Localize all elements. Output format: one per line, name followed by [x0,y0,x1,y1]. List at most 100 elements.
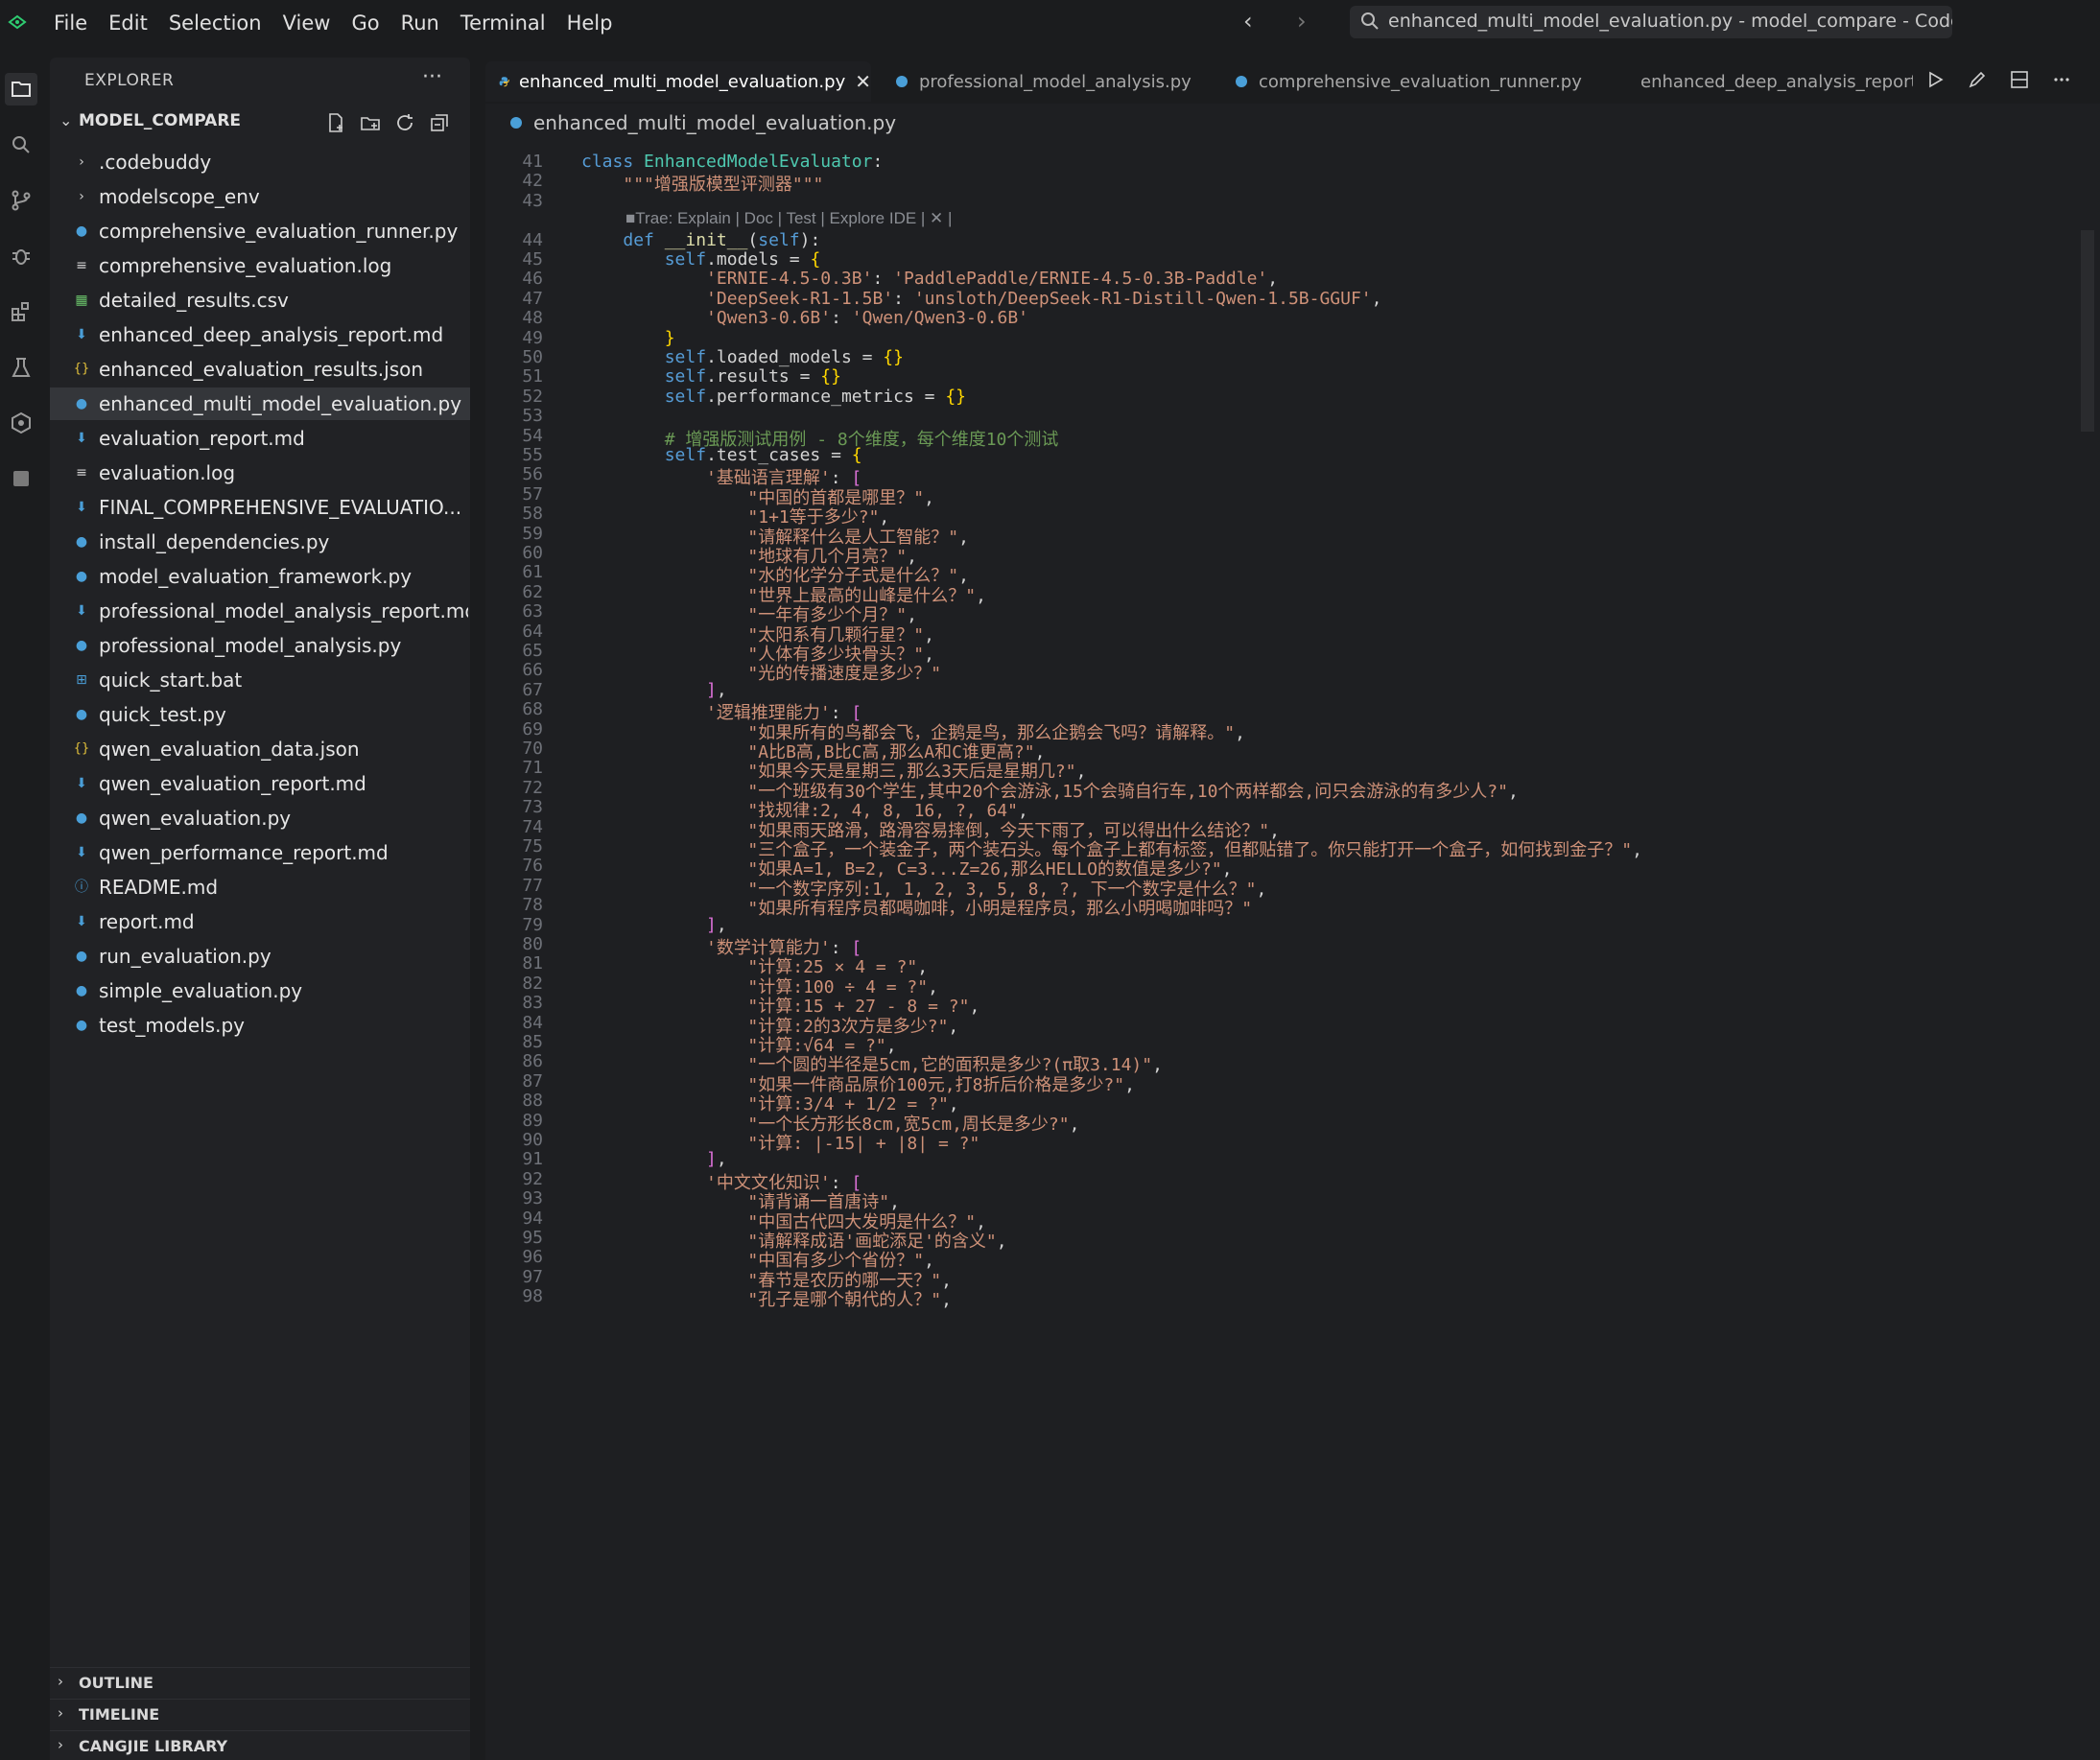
line-number: 48 [522,308,543,329]
menu-item-terminal[interactable]: Terminal [460,8,557,38]
menu-item-file[interactable]: File [54,8,99,38]
file-item[interactable]: ⬇ qwen_evaluation_report.md [50,767,470,800]
timeline-section[interactable]: › TIMELINE [50,1699,470,1728]
python-icon [1236,76,1247,87]
line-number: 68 [522,699,543,720]
python-icon [499,77,509,87]
file-item[interactable]: ● model_evaluation_framework.py [50,560,470,593]
breadcrumb[interactable]: enhanced_multi_model_evaluation.py [508,111,896,134]
file-item[interactable]: ⬇ report.md [50,905,470,938]
file-item[interactable]: ⬇ qwen_performance_report.md [50,836,470,869]
line-number: 51 [522,366,543,387]
file-item[interactable]: ● enhanced_multi_model_evaluation.py [50,387,470,420]
file-item[interactable]: ● install_dependencies.py [50,526,470,558]
file-item[interactable]: {} enhanced_evaluation_results.json [50,353,470,386]
file-item[interactable]: ● quick_test.py [50,698,470,731]
vertical-scrollbar[interactable] [2081,230,2094,432]
ai-assistant-icon[interactable] [9,411,34,435]
file-item[interactable]: ● simple_evaluation.py [50,974,470,1007]
trae-codelens[interactable]: ■Trae: Explain | Doc | Test | Explore ID… [625,209,952,228]
tab-enhanced-deep-analysis-report[interactable]: enhanced_deep_analysis_report.md [1617,61,1913,102]
file-item[interactable]: ▦ detailed_results.csv [50,284,470,317]
testing-flask-icon[interactable] [9,355,34,380]
tab-enhanced-multi-model-evaluation[interactable]: enhanced_multi_model_evaluation.py ✕ [485,61,871,102]
back-arrow-icon[interactable]: ‹ [1243,8,1253,35]
extensions-icon[interactable] [9,299,34,324]
tab-comprehensive-evaluation-runner[interactable]: comprehensive_evaluation_runner.py [1220,61,1604,102]
file-name: simple_evaluation.py [99,979,303,1002]
file-item[interactable]: ⬇ professional_model_analysis_report.md [50,595,470,627]
file-item[interactable]: ⬇ enhanced_deep_analysis_report.md [50,318,470,351]
source-control-icon[interactable] [9,188,34,213]
editor-area: enhanced_multi_model_evaluation.py ✕ pro… [485,58,2100,1760]
file-item[interactable]: ≡ comprehensive_evaluation.log [50,249,470,282]
panel-icon[interactable] [9,466,34,491]
file-name: professional_model_analysis.py [99,634,402,657]
command-search-box[interactable]: enhanced_multi_model_evaluation.py - mod… [1350,6,1952,38]
file-item[interactable]: ● test_models.py [50,1009,470,1042]
cangjie-library-section[interactable]: › CANGJIE LIBRARY [50,1730,470,1760]
file-name: modelscope_env [99,185,260,208]
folder-item[interactable]: › modelscope_env [50,180,470,213]
tab-label: enhanced_multi_model_evaluation.py [518,71,846,92]
close-icon[interactable]: ✕ [855,70,871,93]
python-icon [510,117,522,129]
python-icon: ● [75,569,88,584]
menu-item-help[interactable]: Help [567,8,625,38]
line-number: 53 [522,406,543,427]
line-number: 74 [522,816,543,837]
refresh-icon[interactable] [393,111,416,134]
split-editor-icon[interactable] [2009,69,2030,90]
menu-item-selection[interactable]: Selection [169,8,273,38]
file-item[interactable]: ● run_evaluation.py [50,940,470,973]
line-number: 58 [522,504,543,525]
file-item[interactable]: ⊞ quick_start.bat [50,664,470,696]
line-number: 94 [522,1208,543,1229]
search-view-icon[interactable] [9,132,34,157]
line-number: 83 [522,993,543,1014]
line-number: 75 [522,836,543,857]
file-item[interactable]: ● qwen_evaluation.py [50,802,470,834]
line-number: 78 [522,895,543,916]
outline-section[interactable]: › OUTLINE [50,1667,470,1697]
file-item[interactable]: {} qwen_evaluation_data.json [50,733,470,765]
file-name: evaluation_report.md [99,427,305,450]
explorer-icon[interactable] [5,73,37,106]
line-number: 84 [522,1012,543,1033]
new-folder-icon[interactable] [359,111,382,134]
file-name: quick_test.py [99,703,226,726]
line-number: 64 [522,621,543,642]
edit-icon[interactable] [1967,69,1988,90]
more-actions-icon[interactable]: ··· [422,65,442,89]
menu-item-view[interactable]: View [283,8,342,38]
new-file-icon[interactable] [324,111,347,134]
file-item[interactable]: ≡ evaluation.log [50,457,470,489]
chevron-right-icon: › [58,1673,63,1690]
python-icon: ● [75,638,88,653]
forward-arrow-icon[interactable]: › [1297,8,1307,35]
code-editor[interactable]: ■Trae: Explain | Doc | Test | Explore ID… [485,140,2100,1760]
run-icon[interactable] [1924,69,1946,90]
file-item[interactable]: ⬇ evaluation_report.md [50,422,470,455]
line-number: 90 [522,1130,543,1150]
python-icon: ● [75,396,88,411]
json-icon: {} [73,362,90,376]
folder-item[interactable]: › .codebuddy [50,146,470,178]
menu-item-edit[interactable]: Edit [108,8,159,38]
collapse-all-icon[interactable] [428,111,451,134]
python-icon: ● [75,810,88,826]
file-item[interactable]: ● comprehensive_evaluation_runner.py [50,215,470,247]
menu-item-run[interactable]: Run [401,8,451,38]
file-item[interactable]: ⓘ README.md [50,871,470,903]
line-number: 87 [522,1070,543,1091]
menu-item-go[interactable]: Go [351,8,390,38]
more-icon[interactable] [2051,69,2072,90]
code-line: self.results = {} [664,366,841,387]
file-item[interactable]: ● professional_model_analysis.py [50,629,470,662]
tab-professional-model-analysis[interactable]: professional_model_analysis.py [881,61,1207,102]
debug-icon[interactable] [9,244,34,269]
markdown-icon: ⬇ [76,603,87,619]
file-item[interactable]: ⬇ FINAL_COMPREHENSIVE_EVALUATIO... [50,491,470,524]
file-name: report.md [99,910,195,933]
python-icon: ● [75,223,88,239]
